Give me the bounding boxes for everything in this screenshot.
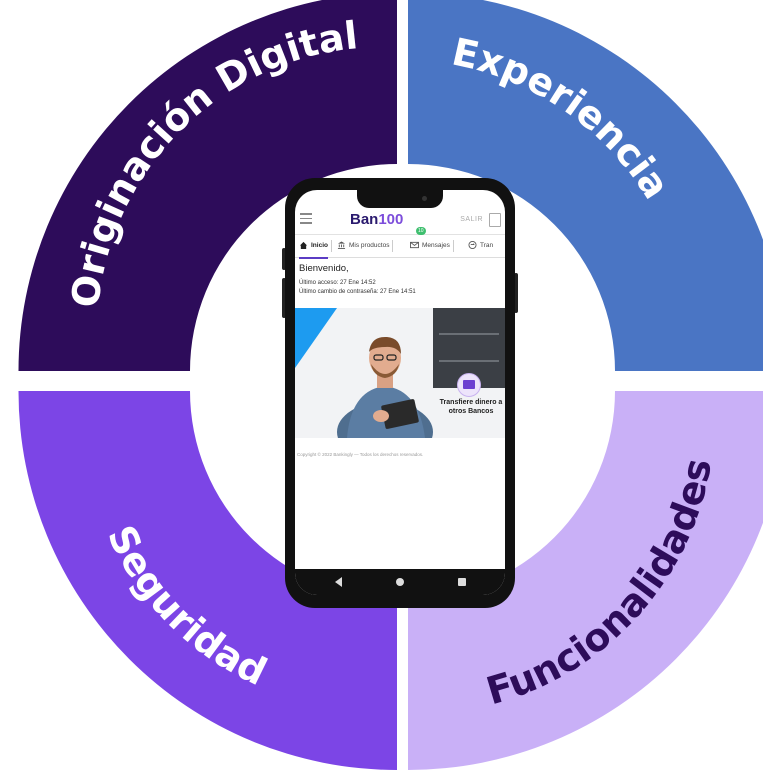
bank-logo: Ban100 — [350, 211, 404, 228]
access-info: Último acceso: 27 Ene 14:52 Último cambi… — [299, 279, 416, 297]
tab-inicio[interactable]: Inicio — [299, 235, 332, 259]
home-nav-icon[interactable] — [396, 578, 404, 586]
welcome-text: Bienvenido, — [299, 263, 349, 274]
phone-screen: Ban100 SALIR Inicio Mis productos 10 Men… — [295, 190, 505, 595]
exit-icon[interactable] — [489, 213, 501, 227]
android-nav-bar — [295, 569, 505, 595]
person-with-tablet-photo — [337, 336, 433, 438]
camera-icon — [422, 196, 427, 201]
menu-icon[interactable] — [300, 213, 312, 224]
last-access-text: Último acceso: 27 Ene 14:52 — [299, 280, 376, 286]
bank-transfer-icon — [457, 373, 481, 397]
tab-mensajes[interactable]: 10 Mensajes — [410, 227, 454, 257]
phone-notch — [357, 190, 443, 208]
tab-mis-productos[interactable]: Mis productos — [337, 235, 394, 257]
tab-transferencias[interactable]: Tran — [468, 235, 493, 257]
messages-badge: 10 — [416, 227, 426, 235]
banner-accent-shape — [295, 308, 337, 368]
home-icon — [299, 242, 308, 250]
app-header: Ban100 SALIR — [295, 208, 505, 235]
recent-apps-icon[interactable] — [458, 578, 466, 586]
copyright-footer: Copyright © 2022 Bankingly — Todos los d… — [297, 452, 424, 457]
exit-button[interactable]: SALIR — [460, 216, 483, 223]
phone-mockup: Ban100 SALIR Inicio Mis productos 10 Men… — [282, 178, 518, 608]
back-icon[interactable] — [335, 577, 342, 587]
mail-icon — [410, 242, 419, 249]
promo-banner[interactable]: Transfiere dinero a otros Bancos — [295, 308, 505, 438]
transfer-icon — [468, 241, 477, 250]
app-tabs: Inicio Mis productos 10 Mensajes Tran — [295, 227, 505, 259]
last-password-change-text: Último cambio de contraseña: 27 Ene 14:5… — [299, 289, 416, 295]
bank-icon — [337, 241, 346, 250]
promo-text: Transfiere dinero a otros Bancos — [439, 399, 503, 415]
